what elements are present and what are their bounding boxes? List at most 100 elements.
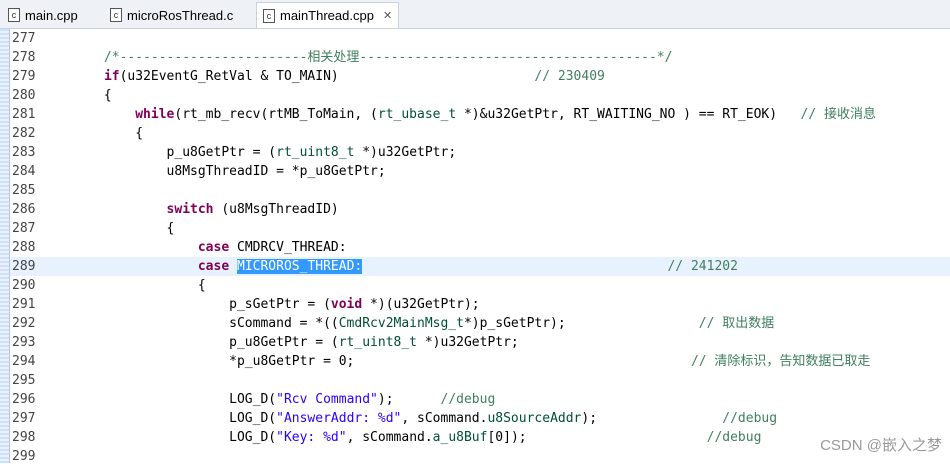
code-token: case	[197, 240, 230, 255]
code-line[interactable]: 296 LOG_D("Rcv Command"); //debug	[10, 390, 950, 409]
code-token: p_u8GetPtr = (	[41, 335, 339, 350]
code-token: LOG_D(	[41, 430, 277, 445]
code-text: {	[10, 276, 206, 295]
code-token: rt_ubase_t	[377, 107, 457, 122]
code-token: p_u8GetPtr = (	[41, 145, 277, 160]
code-token: *)&u32GetPtr, RT_WAITING_NO ) == RT_EOK)	[456, 107, 801, 122]
code-text: {	[10, 86, 112, 105]
code-line[interactable]: 289 case MICROROS_THREAD: // 241202	[10, 257, 950, 276]
code-text: p_sGetPtr = (void *)(u32GetPtr);	[10, 295, 480, 314]
code-token: u8SourceAddr	[487, 411, 582, 426]
code-text: while(rt_mb_recv(rtMB_ToMain, (rt_ubase_…	[10, 105, 876, 124]
code-line[interactable]: 292 sCommand = *((CmdRcv2MainMsg_t*)p_sG…	[10, 314, 950, 333]
code-token: case	[197, 259, 230, 274]
code-line[interactable]: 291 p_sGetPtr = (void *)(u32GetPtr);	[10, 295, 950, 314]
code-line[interactable]: 293 p_u8GetPtr = (rt_uint8_t *)u32GetPtr…	[10, 333, 950, 352]
code-token: *)u32GetPtr;	[417, 335, 519, 350]
c-file-icon: c	[8, 8, 20, 22]
code-text: if(u32EventG_RetVal & TO_MAIN) // 230409	[10, 67, 605, 86]
code-token: *)(u32GetPtr);	[362, 297, 480, 312]
code-text: case CMDRCV_THREAD:	[10, 238, 347, 257]
close-tab-icon[interactable]: ✕	[383, 9, 392, 22]
code-token: LOG_D(	[41, 411, 277, 426]
code-token: // 241202	[667, 259, 738, 274]
code-line[interactable]: 277	[10, 29, 950, 48]
code-editor[interactable]: 277 278 /*------------------------相关处理--…	[10, 29, 950, 466]
code-line[interactable]: 285	[10, 181, 950, 200]
code-text: LOG_D("Key: %d", sCommand.a_u8Buf[0]); /…	[10, 428, 761, 447]
code-token: {	[41, 88, 112, 103]
code-token: a_u8Buf	[432, 430, 488, 445]
code-token: /*------------------------相关处理----------…	[41, 50, 673, 65]
code-line[interactable]: 286 switch (u8MsgThreadID)	[10, 200, 950, 219]
code-line[interactable]: 294 *p_u8GetPtr = 0; // 清除标识，告知数据已取走	[10, 352, 950, 371]
code-line[interactable]: 281 while(rt_mb_recv(rtMB_ToMain, (rt_ub…	[10, 105, 950, 124]
code-text: LOG_D("AnswerAddr: %d", sCommand.u8Sourc…	[10, 409, 777, 428]
code-token: "Key: %d"	[276, 430, 347, 445]
tab-mainthread-cpp[interactable]: c mainThread.cpp ✕	[256, 2, 400, 28]
code-token: );	[377, 392, 441, 407]
code-token: );	[581, 411, 723, 426]
watermark: CSDN @嵌入之梦	[820, 437, 942, 454]
code-token: void	[330, 297, 363, 312]
code-text	[10, 447, 41, 466]
code-token: (u8MsgThreadID)	[213, 202, 339, 217]
code-text: switch (u8MsgThreadID)	[10, 200, 339, 219]
c-file-icon: c	[263, 8, 275, 23]
code-line[interactable]: 299	[10, 447, 950, 466]
code-text: {	[10, 219, 175, 238]
code-token: // 取出数据	[698, 316, 775, 331]
code-line[interactable]: 278 /*------------------------相关处理------…	[10, 48, 950, 67]
tab-microrosthread-c[interactable]: c microRosThread.c	[104, 3, 239, 27]
code-line[interactable]: 280 {	[10, 86, 950, 105]
code-token: //debug	[706, 430, 762, 445]
code-line[interactable]: 290 {	[10, 276, 950, 295]
code-text: p_u8GetPtr = (rt_uint8_t *)u32GetPtr;	[10, 333, 519, 352]
code-line[interactable]: 279 if(u32EventG_RetVal & TO_MAIN) // 23…	[10, 67, 950, 86]
code-token: CMDRCV_THREAD:	[229, 240, 347, 255]
code-line[interactable]: 283 p_u8GetPtr = (rt_uint8_t *)u32GetPtr…	[10, 143, 950, 162]
code-token: // 接收消息	[800, 107, 877, 122]
code-line[interactable]: 288 case CMDRCV_THREAD:	[10, 238, 950, 257]
selected-text: MICROROS_THREAD:	[237, 259, 363, 274]
code-line[interactable]: 295	[10, 371, 950, 390]
code-token: // 230409	[534, 69, 605, 84]
code-token: *)u32GetPtr;	[354, 145, 457, 160]
code-token: , sCommand.	[346, 430, 433, 445]
code-line[interactable]: 298 LOG_D("Key: %d", sCommand.a_u8Buf[0]…	[10, 428, 950, 447]
code-token: CmdRcv2MainMsg_t	[338, 316, 464, 331]
code-token: {	[41, 278, 206, 293]
code-text	[10, 371, 41, 390]
code-line[interactable]: 282 {	[10, 124, 950, 143]
code-line[interactable]: 287 {	[10, 219, 950, 238]
code-token: *p_u8GetPtr = 0;	[41, 354, 691, 369]
code-token: //debug	[440, 392, 496, 407]
code-line[interactable]: 284 u8MsgThreadID = *p_u8GetPtr;	[10, 162, 950, 181]
tab-main-cpp[interactable]: c main.cpp	[2, 3, 84, 27]
code-token: // 清除标识，告知数据已取走	[690, 354, 871, 369]
code-text	[10, 181, 41, 200]
code-token: [0]);	[487, 430, 707, 445]
code-line[interactable]: 297 LOG_D("AnswerAddr: %d", sCommand.u8S…	[10, 409, 950, 428]
code-token: (u32EventG_RetVal & TO_MAIN)	[119, 69, 535, 84]
code-token: {	[41, 221, 175, 236]
